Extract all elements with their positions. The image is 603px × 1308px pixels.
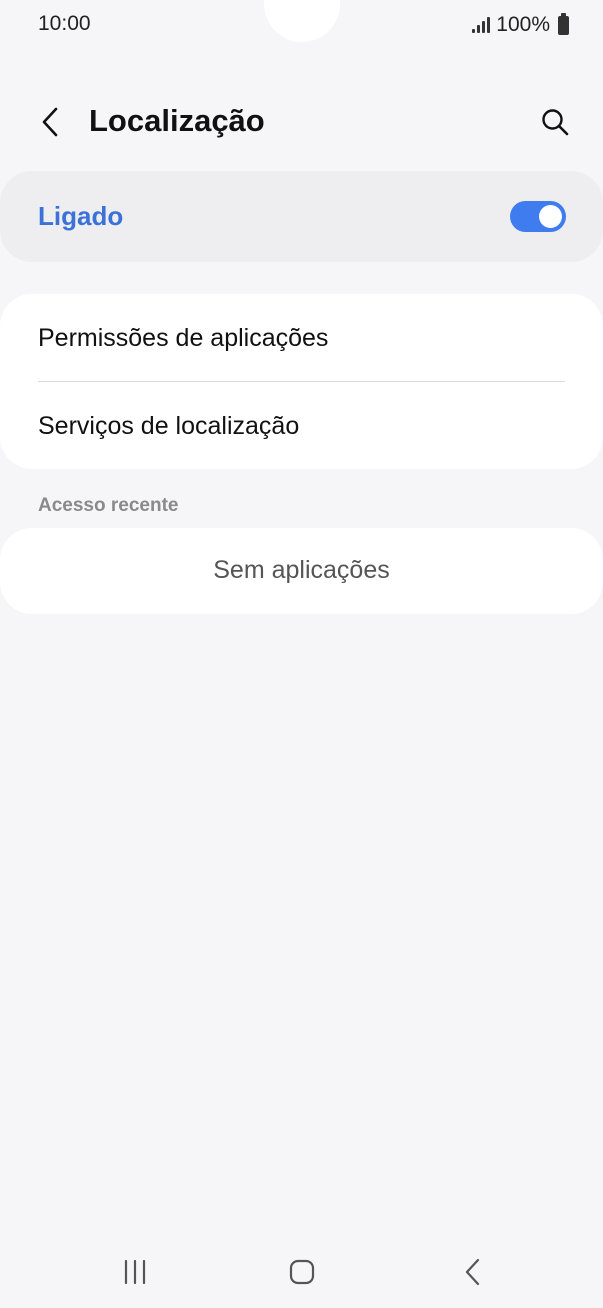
- search-icon: [542, 109, 569, 136]
- search-button[interactable]: [533, 100, 577, 144]
- settings-item-location-services[interactable]: Serviços de localização: [0, 382, 603, 469]
- master-switch-label: Ligado: [38, 201, 124, 231]
- recent-access-empty-text: Sem aplicações: [213, 556, 390, 584]
- navigation-bar: [0, 1240, 603, 1304]
- camera-notch: [264, 0, 340, 42]
- page-title: Localização: [89, 103, 265, 138]
- status-indicators: 100%: [472, 12, 569, 38]
- app-bar: Localização: [0, 90, 603, 154]
- nav-back-button[interactable]: [443, 1250, 503, 1294]
- location-toggle[interactable]: [510, 201, 566, 232]
- home-icon: [289, 1259, 315, 1285]
- home-button[interactable]: [272, 1250, 332, 1294]
- recent-apps-icon: [124, 1259, 146, 1285]
- back-button[interactable]: [28, 100, 72, 144]
- settings-item-label: Permissões de aplicações: [38, 324, 329, 352]
- signal-icon: [472, 17, 491, 33]
- recent-access-header: Acesso recente: [38, 495, 179, 516]
- status-time: 10:00: [38, 12, 91, 35]
- screen: 10:00 100% Localização Ligado Permissões…: [0, 0, 603, 1308]
- settings-item-label: Serviços de localização: [38, 412, 300, 440]
- recent-apps-button[interactable]: [105, 1250, 165, 1294]
- chevron-left-icon: [42, 107, 58, 137]
- battery-icon: [558, 12, 569, 35]
- location-master-switch-row[interactable]: Ligado: [0, 171, 603, 262]
- settings-item-app-permissions[interactable]: Permissões de aplicações: [0, 294, 603, 381]
- back-icon: [465, 1258, 480, 1286]
- toggle-knob: [539, 205, 562, 228]
- status-bar: 10:00 100%: [0, 0, 603, 50]
- recent-access-card: Sem aplicações: [0, 528, 603, 614]
- battery-percent: 100%: [496, 13, 550, 36]
- settings-card: Permissões de aplicações Serviços de loc…: [0, 294, 603, 469]
